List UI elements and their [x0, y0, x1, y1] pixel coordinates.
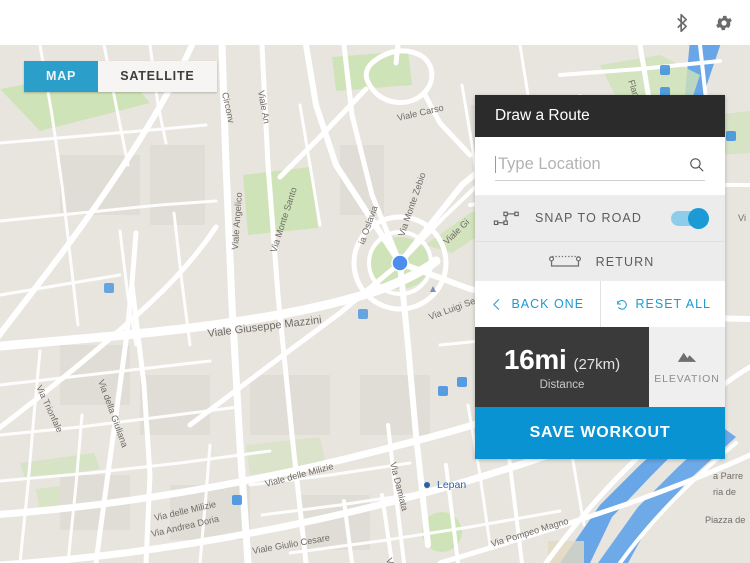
- map-type-toggle[interactable]: MAP SATELLITE: [24, 61, 217, 92]
- return-loop-icon: [548, 255, 581, 267]
- route-stats: 16mi (27km) Distance ELEVATION: [475, 327, 725, 407]
- route-nodes-icon: [493, 211, 519, 226]
- search-row[interactable]: [495, 155, 705, 181]
- search-icon[interactable]: [688, 156, 705, 173]
- snap-to-road-toggle[interactable]: [671, 207, 709, 229]
- distance-stat: 16mi (27km) Distance: [475, 327, 649, 407]
- map-street-label: a Parre: [713, 471, 743, 481]
- refresh-ccw-icon: [616, 299, 627, 310]
- reset-all-button[interactable]: RESET ALL: [599, 281, 726, 327]
- back-one-button[interactable]: BACK ONE: [475, 281, 600, 327]
- gear-icon[interactable]: [714, 13, 734, 33]
- return-row[interactable]: RETURN: [475, 241, 725, 281]
- elevation-stat[interactable]: ELEVATION: [649, 327, 725, 407]
- system-icons: [672, 0, 734, 45]
- current-location-marker: [391, 254, 409, 272]
- app-root: M CirconvViale AnViale CarsoFlaminioVial…: [0, 0, 750, 563]
- draw-route-panel: Draw a Route Type Location SNAP TO ROAD …: [475, 95, 725, 459]
- map-street-label: Piazza de: [705, 515, 745, 525]
- toggle-knob: [688, 207, 709, 229]
- map-street-label: ria de: [713, 487, 736, 497]
- mountain-icon: [677, 352, 697, 362]
- panel-actions: BACK ONE RESET ALL: [475, 281, 725, 327]
- distance-label: Distance: [539, 378, 585, 391]
- snap-to-road-row[interactable]: SNAP TO ROAD: [475, 195, 725, 241]
- bluetooth-icon[interactable]: [672, 13, 692, 33]
- save-workout-button[interactable]: SAVE WORKOUT: [475, 407, 725, 459]
- map-street-label: Lepan: [437, 479, 466, 491]
- map-type-tab-map[interactable]: MAP: [24, 61, 99, 92]
- snap-to-road-label: SNAP TO ROAD: [535, 211, 642, 225]
- text-caret: [495, 156, 496, 173]
- map-street-label: Vi: [738, 213, 746, 223]
- search-input[interactable]: [498, 155, 688, 174]
- location-search-section: [475, 137, 725, 195]
- chevron-left-icon: [493, 298, 500, 310]
- distance-line: 16mi (27km): [504, 344, 620, 376]
- panel-title: Draw a Route: [475, 95, 725, 137]
- return-label: RETURN: [595, 254, 655, 269]
- elevation-label: ELEVATION: [654, 372, 720, 385]
- reset-all-label: RESET ALL: [635, 297, 711, 311]
- back-one-label: BACK ONE: [511, 297, 585, 311]
- system-top-bar: [0, 0, 750, 45]
- distance-value: 16mi: [503, 343, 567, 375]
- distance-alt-value: (27km): [573, 355, 621, 373]
- map-type-tab-satellite[interactable]: SATELLITE: [98, 61, 217, 92]
